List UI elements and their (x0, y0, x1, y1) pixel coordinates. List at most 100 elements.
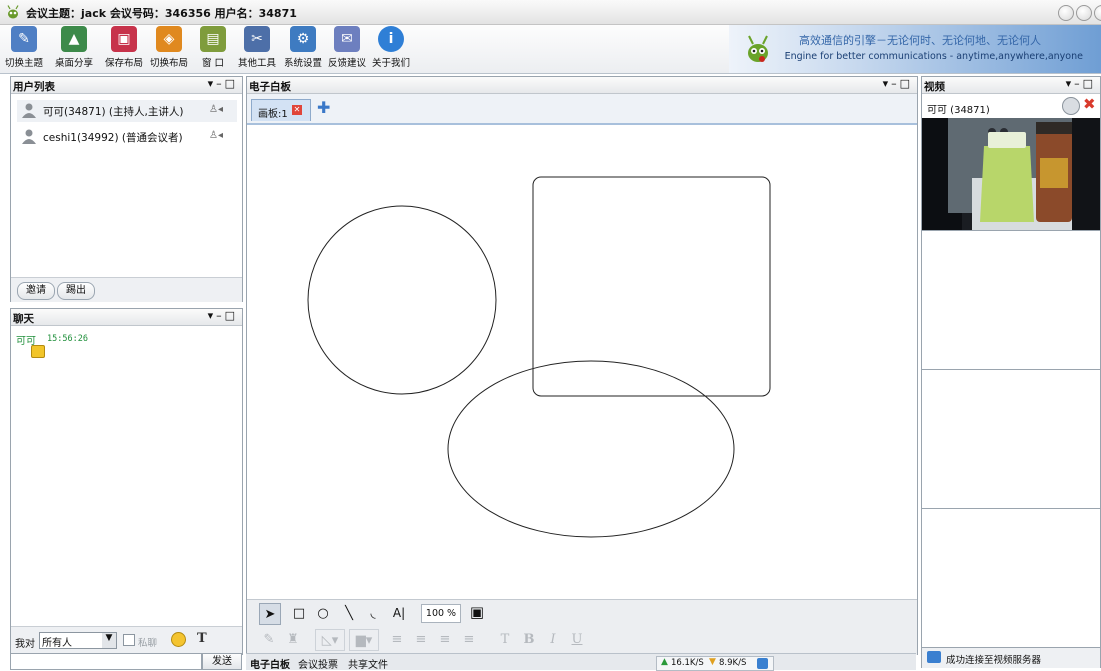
align-center-icon[interactable]: ≡ (411, 629, 431, 649)
chat-panel: 聊天 ▾–□ 可可 15:56:26 我对 所有人 ▼ 私聊 T (10, 308, 243, 655)
webcam-speaker-icon[interactable]: ♙◂ (209, 130, 223, 141)
chat-header: 聊天 ▾–□ (11, 309, 242, 326)
align-left-icon[interactable]: ≡ (387, 629, 407, 649)
justify-icon[interactable]: ≡ (459, 629, 479, 649)
slogan-banner: 高效通信的引擎－无论何时、无论何地、无论何人 Engine for better… (729, 25, 1101, 73)
drawing-canvas[interactable] (247, 125, 915, 600)
upload-arrow-icon: ▲ (661, 657, 668, 667)
fill-tool-icon[interactable]: ♜ (283, 629, 303, 649)
webcam-speaker-icon[interactable]: ♙◂ (209, 104, 223, 115)
app-logo-icon (7, 5, 19, 19)
panel-window-controls[interactable]: ▾–□ (208, 309, 238, 322)
invite-button[interactable]: 邀请 (17, 282, 55, 300)
save-layout-button[interactable]: ▣ 保存布局 (102, 26, 146, 72)
bottom-tab-bar: 电子白板 会议投票 共享文件 ▲ 16.1K/S ▼ 8.9K/S (246, 653, 916, 671)
line-tool-icon[interactable]: ╲ (339, 603, 359, 623)
save-board-icon[interactable]: ▣ (467, 602, 487, 622)
user-name: ceshi1(34992) (普通会议者) (43, 132, 183, 144)
user-row[interactable]: ceshi1(34992) (普通会议者) ♙◂ (17, 126, 237, 148)
video-header: 视频 ▾–□ (922, 77, 1100, 94)
board-tab[interactable]: 画板:1 ✕ (251, 99, 311, 121)
chat-input[interactable] (10, 653, 202, 670)
download-rate: 8.9K/S (719, 658, 747, 668)
user-list-panel: 用户列表 ▾–□ 可可(34871) (主持人,主讲人) ♙◂ ceshi1(3… (10, 76, 243, 302)
upload-rate: 16.1K/S (671, 658, 704, 668)
user-list-actions: 邀请 踢出 (11, 277, 242, 302)
panel-window-controls[interactable]: ▾–□ (883, 77, 913, 90)
whiteboard-header: 电子白板 ▾–□ (247, 77, 917, 94)
chevron-down-icon[interactable]: ▼ (102, 633, 116, 648)
zoom-level[interactable]: 100 % (421, 604, 461, 623)
text-tool-icon[interactable]: A| (389, 603, 409, 623)
bold-icon[interactable]: B (519, 629, 539, 649)
panel-window-controls[interactable]: ▾–□ (208, 77, 238, 90)
board-tab-label: 画板:1 (258, 109, 288, 120)
feedback-icon: ✉ (334, 26, 360, 52)
video-divider (922, 508, 1100, 509)
video-divider (922, 230, 1100, 231)
main-toolbar: ✎ 切换主题 ▲ 桌面分享 ▣ 保存布局 ◈ 切换布局 ▤ 窗 口 ✂ 其他工具… (0, 25, 1101, 74)
desktop-share-icon: ▲ (61, 26, 87, 52)
ellipse-shape[interactable] (447, 360, 735, 538)
add-board-icon[interactable]: ✚ (317, 98, 330, 117)
panel-title: 电子白板 (249, 81, 291, 93)
panel-title: 视频 (924, 81, 945, 93)
user-avatar-icon (22, 103, 36, 118)
panel-title: 用户列表 (13, 81, 55, 93)
close-video-icon[interactable]: ✖ (1083, 95, 1096, 113)
kick-button[interactable]: 踢出 (57, 282, 95, 300)
line-color-icon[interactable]: ◺▾ (315, 629, 345, 651)
video-divider (922, 369, 1100, 370)
italic-icon[interactable]: I (543, 629, 563, 649)
pen-tool-icon[interactable]: ✎ (259, 629, 279, 649)
theme-icon: ✎ (11, 26, 37, 52)
user-name: 可可(34871) (主持人,主讲人) (43, 106, 184, 118)
maximize-button[interactable] (1076, 5, 1092, 21)
whiteboard-panel: 电子白板 ▾–□ 画板:1 ✕ ✚ ➤ □ ○ ╲ ◟ A| 100 % ▣ ✎… (246, 76, 918, 655)
panel-window-controls[interactable]: ▾–□ (1066, 77, 1096, 90)
underline-icon[interactable]: U (567, 629, 587, 649)
window-title: 会议主题：jack 会议号码：346356 用户名：34871 (26, 7, 297, 20)
video-feed (922, 118, 1100, 230)
arc-tool-icon[interactable]: ◟ (363, 603, 383, 623)
chat-time: 15:56:26 (47, 334, 88, 344)
close-tab-icon[interactable]: ✕ (292, 105, 302, 115)
send-button[interactable]: 发送 (202, 653, 242, 670)
system-settings-button[interactable]: ⚙ 系统设置 (281, 26, 325, 72)
window-menu-button[interactable]: ▤ 窗 口 (196, 26, 230, 72)
about-button[interactable]: i 关于我们 (369, 26, 413, 72)
feedback-button[interactable]: ✉ 反馈建议 (325, 26, 369, 72)
user-row[interactable]: 可可(34871) (主持人,主讲人) ♙◂ (17, 100, 237, 122)
drawing-toolbar: ➤ □ ○ ╲ ◟ A| 100 % ▣ ✎ ♜ ◺▾ ▆▾ ≡ ≡ ≡ ≡ T… (247, 599, 917, 655)
server-connection-icon (927, 651, 941, 663)
circle-tool-icon[interactable]: ○ (313, 603, 333, 623)
circle-shape[interactable] (307, 205, 497, 395)
video-panel: 视频 ▾–□ 可可 (34871) ✖ 成功连接至视频服务器 (921, 76, 1101, 668)
close-button[interactable] (1094, 5, 1101, 21)
rectangle-shape[interactable] (532, 176, 771, 397)
emoji-button-icon[interactable] (171, 632, 186, 647)
window-icon: ▤ (200, 26, 226, 52)
fill-color-icon[interactable]: ▆▾ (349, 629, 379, 651)
chat-controls: 我对 所有人 ▼ 私聊 T (11, 626, 242, 655)
tools-icon: ✂ (244, 26, 270, 52)
minimize-button[interactable] (1058, 5, 1074, 21)
recipient-value: 所有人 (42, 638, 72, 649)
other-tools-button[interactable]: ✂ 其他工具 (234, 26, 280, 72)
rectangle-tool-icon[interactable]: □ (289, 603, 309, 623)
select-tool-icon[interactable]: ➤ (259, 603, 281, 625)
font-style-icon[interactable]: T (197, 631, 207, 646)
emoticon-icon (31, 345, 45, 358)
settings-icon: ⚙ (290, 26, 316, 52)
text-font-icon[interactable]: T (495, 629, 515, 649)
video-user-name: 可可 (34871) (927, 105, 990, 116)
align-right-icon[interactable]: ≡ (435, 629, 455, 649)
layout-icon: ◈ (156, 26, 182, 52)
desktop-share-button[interactable]: ▲ 桌面分享 (50, 26, 98, 72)
private-checkbox[interactable] (123, 634, 135, 646)
webcam-icon[interactable] (1062, 97, 1080, 115)
user-list-header: 用户列表 ▾–□ (11, 77, 242, 94)
switch-theme-button[interactable]: ✎ 切换主题 (2, 26, 46, 72)
recipient-select[interactable]: 所有人 ▼ (39, 632, 117, 649)
switch-layout-button[interactable]: ◈ 切换布局 (147, 26, 191, 72)
